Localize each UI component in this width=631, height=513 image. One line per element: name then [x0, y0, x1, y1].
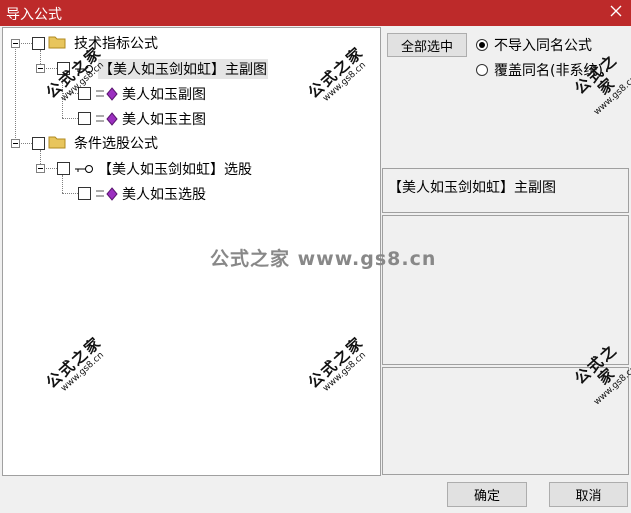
title-bar: 导入公式 [0, 0, 631, 26]
selected-formula-name: 【美人如玉剑如虹】主副图 [388, 180, 556, 196]
checkbox-condition-child[interactable] [57, 162, 70, 175]
tree-connector [62, 75, 63, 118]
select-all-button[interactable]: 全部选中 [387, 33, 467, 57]
tree-label-item-zhu-tu[interactable]: 美人如玉主图 [122, 109, 206, 129]
tree-label-condition-child[interactable]: 【美人如玉剑如虹】选股 [98, 159, 252, 179]
key-icon [75, 165, 93, 173]
watermark-text: 公式之家 [571, 50, 622, 99]
radio-no-import[interactable] [476, 39, 488, 51]
formula-diamond-icon [96, 112, 118, 126]
tree-connector [62, 93, 78, 94]
window-title: 导入公式 [6, 7, 62, 23]
expand-toggle-condition[interactable] [11, 139, 20, 148]
radio-overwrite-label[interactable]: 覆盖同名(非系统) [494, 60, 603, 80]
selected-formula-panel: 【美人如玉剑如虹】主副图 [382, 168, 629, 213]
checkbox-condition-group[interactable] [32, 137, 45, 150]
ok-button[interactable]: 确定 [447, 482, 527, 507]
formula-diamond-icon [96, 87, 118, 101]
radio-no-import-label[interactable]: 不导入同名公式 [494, 35, 592, 55]
close-icon[interactable] [608, 3, 624, 19]
tree-label-item-fu-tu[interactable]: 美人如玉副图 [122, 84, 206, 104]
checkbox-tech-group[interactable] [32, 37, 45, 50]
expand-toggle-condition-child[interactable] [36, 164, 45, 173]
tree-connector [15, 46, 16, 146]
tree-connector [62, 193, 78, 194]
checkbox-tech-child[interactable] [57, 62, 70, 75]
tree-connector [62, 175, 63, 193]
cancel-button[interactable]: 取消 [549, 482, 628, 507]
key-icon [75, 65, 93, 73]
tree-connector [19, 143, 32, 144]
formula-diamond-icon [96, 187, 118, 201]
tree-connector [44, 168, 57, 169]
formula-tree[interactable]: 技术指标公式 【美人如玉剑如虹】主副图 美人如玉副图 美人如玉主图 条件选股公式… [2, 27, 381, 476]
formula-description-panel [382, 215, 629, 365]
formula-detail-panel [382, 367, 629, 475]
tree-connector [19, 43, 32, 44]
watermark-stamp: 公式之家 www.gs8.cn [568, 48, 631, 121]
tree-label-condition-group[interactable]: 条件选股公式 [74, 133, 158, 153]
checkbox-item-fu-tu[interactable] [78, 87, 91, 100]
radio-overwrite[interactable] [476, 64, 488, 76]
tree-label-tech-child[interactable]: 【美人如玉剑如虹】主副图 [98, 59, 268, 79]
checkbox-item-xuan-gu[interactable] [78, 187, 91, 200]
folder-icon [48, 36, 66, 49]
tree-connector [62, 118, 78, 119]
expand-toggle-tech-child[interactable] [36, 64, 45, 73]
tree-label-item-xuan-gu[interactable]: 美人如玉选股 [122, 184, 206, 204]
folder-icon [48, 136, 66, 149]
tree-label-tech-group[interactable]: 技术指标公式 [74, 33, 158, 53]
checkbox-item-zhu-tu[interactable] [78, 112, 91, 125]
tree-connector [44, 68, 57, 69]
expand-toggle-tech[interactable] [11, 39, 20, 48]
